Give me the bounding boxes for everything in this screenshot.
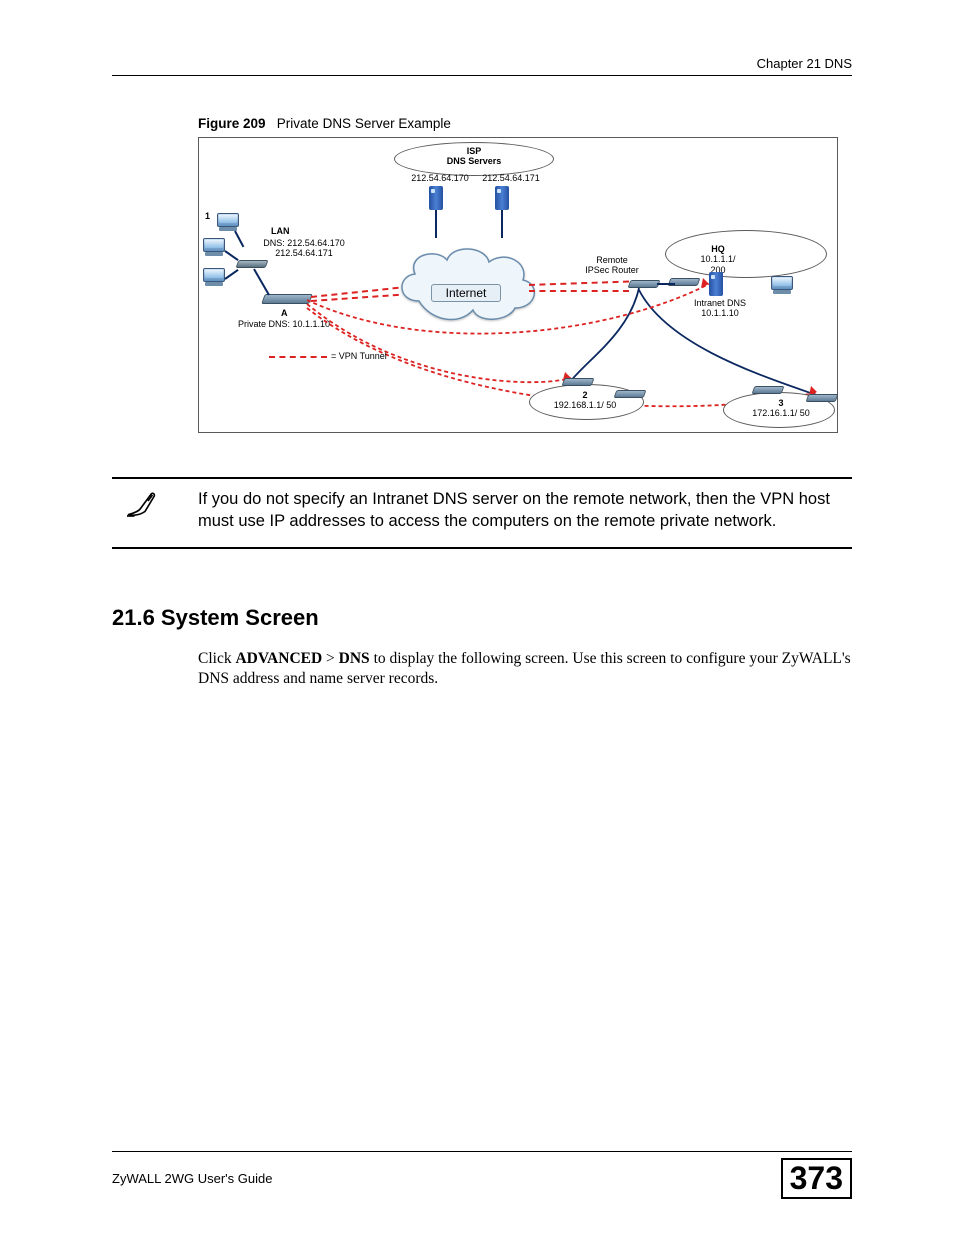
note-icon-col bbox=[112, 489, 198, 533]
router-a-label: A bbox=[281, 308, 288, 318]
network-diagram: ISP DNS Servers 212.54.64.170 212.54.64.… bbox=[198, 137, 838, 433]
line-isp1-cloud bbox=[435, 210, 437, 238]
page-content: Chapter 21 DNS Figure 209 Private DNS Se… bbox=[112, 56, 852, 689]
lan-title: LAN bbox=[271, 226, 290, 236]
site3-switch-icon bbox=[752, 386, 785, 394]
chapter-header: Chapter 21 DNS bbox=[112, 56, 852, 76]
isp-server-1-icon bbox=[429, 186, 443, 210]
vpn-legend-line bbox=[269, 356, 327, 358]
lan-dns: DNS: 212.54.64.170212.54.64.171 bbox=[254, 238, 354, 259]
vpn-legend-text: = VPN Tunnel bbox=[331, 351, 387, 361]
isp-ip1: 212.54.64.170 bbox=[406, 173, 474, 183]
figure-title: Private DNS Server Example bbox=[277, 116, 451, 131]
remote-router-label: RemoteIPSec Router bbox=[577, 255, 647, 276]
isp-title: ISP DNS Servers bbox=[394, 146, 554, 167]
note-text: If you do not specify an Intranet DNS se… bbox=[198, 489, 852, 533]
isp-ip2: 212.54.64.171 bbox=[477, 173, 545, 183]
computer-icon bbox=[203, 238, 225, 258]
site3-router-icon bbox=[806, 394, 839, 402]
router-a-icon bbox=[261, 294, 313, 304]
figure-caption: Figure 209 Private DNS Server Example bbox=[198, 116, 852, 131]
remote-router-icon bbox=[628, 280, 661, 288]
line bbox=[234, 231, 244, 248]
line-isp2-cloud bbox=[501, 210, 503, 238]
line bbox=[253, 269, 270, 296]
isp-server-2-icon bbox=[495, 186, 509, 210]
hand-writing-icon bbox=[124, 489, 160, 519]
hq-title: HQ10.1.1.1/ 200 bbox=[693, 244, 743, 275]
nav-advanced: ADVANCED bbox=[235, 650, 322, 667]
page-footer: ZyWALL 2WG User's Guide 373 bbox=[112, 1151, 852, 1199]
line bbox=[224, 269, 238, 280]
lan-switch-icon bbox=[236, 260, 269, 268]
section-paragraph: Click ADVANCED > DNS to display the foll… bbox=[198, 649, 852, 690]
note-block: If you do not specify an Intranet DNS se… bbox=[112, 477, 852, 549]
page-number: 373 bbox=[781, 1158, 852, 1199]
section-heading: 21.6 System Screen bbox=[112, 605, 852, 631]
line bbox=[657, 283, 675, 285]
line bbox=[224, 250, 238, 261]
node1: 1 bbox=[205, 211, 210, 221]
footer-guide-name: ZyWALL 2WG User's Guide bbox=[112, 1171, 272, 1186]
site2-router-icon bbox=[562, 378, 595, 386]
hq-oval bbox=[665, 230, 827, 278]
nav-dns: DNS bbox=[339, 650, 370, 667]
figure-label: Figure 209 bbox=[198, 116, 266, 131]
site2-label: 2192.168.1.1/ 50 bbox=[545, 390, 625, 411]
site2-switch-icon bbox=[614, 390, 647, 398]
computer-icon bbox=[203, 268, 225, 288]
